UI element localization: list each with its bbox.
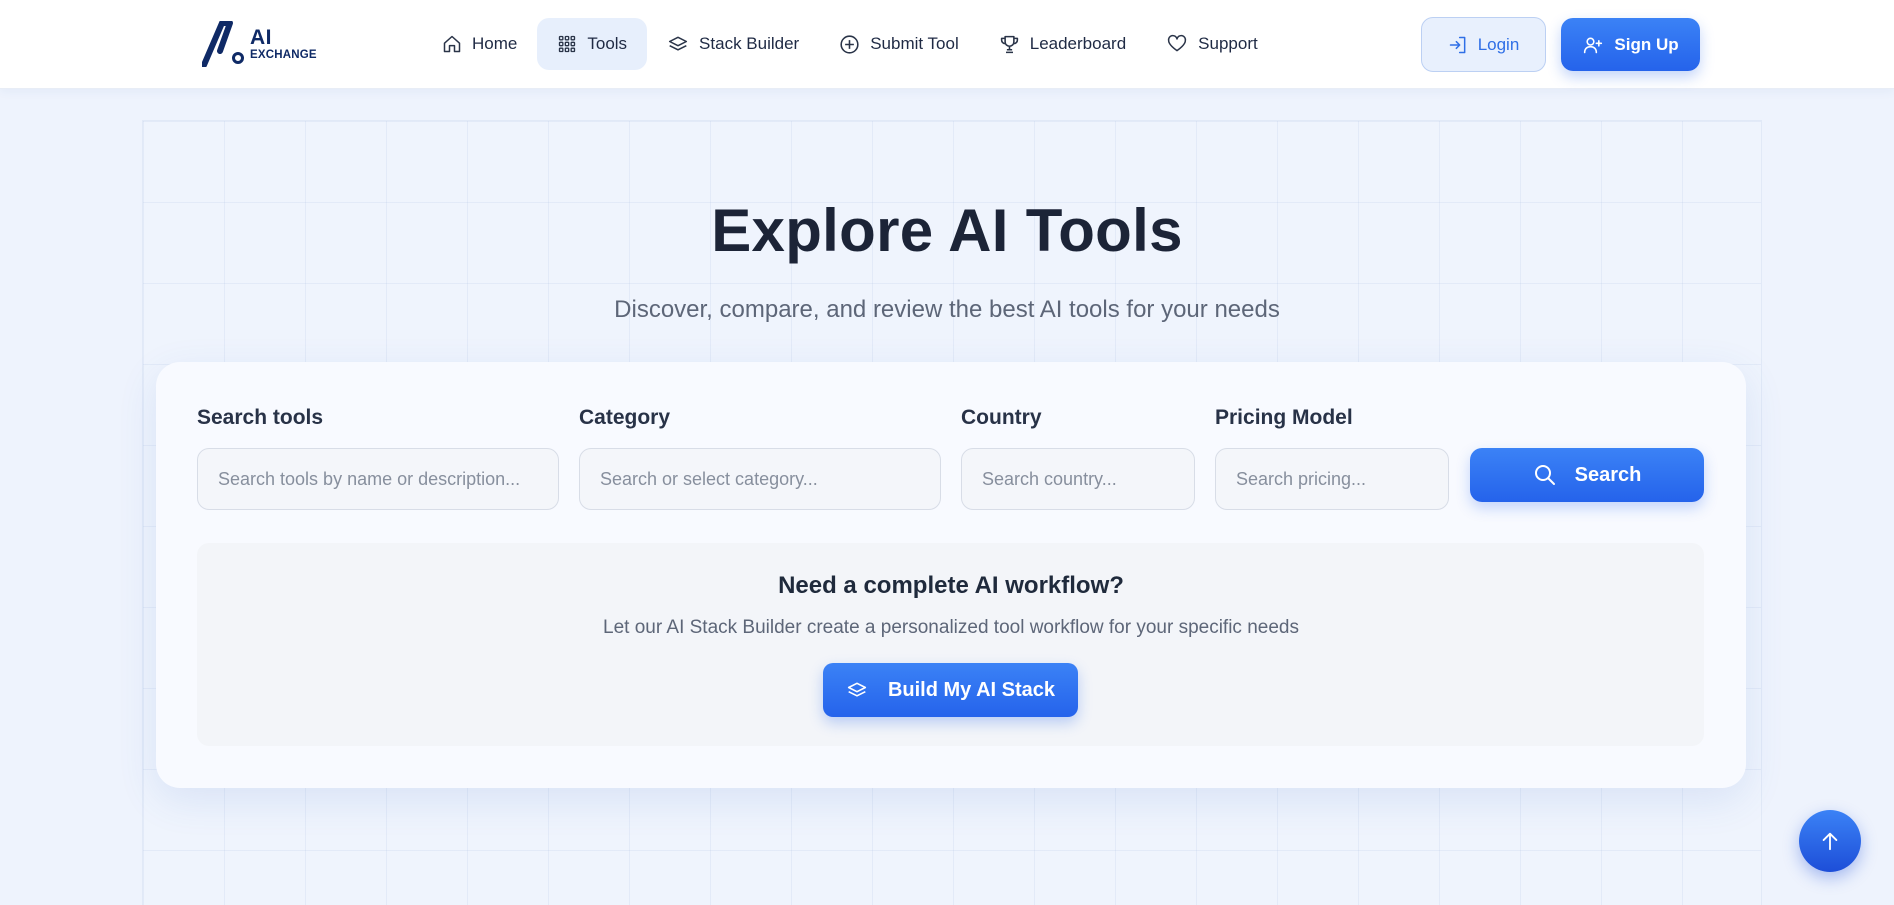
layers-icon: [847, 682, 867, 697]
layers-icon: [668, 36, 688, 51]
login-label: Login: [1477, 34, 1520, 54]
nav-item-stack-builder[interactable]: Stack Builder: [647, 18, 819, 70]
nav-label-home: Home: [472, 34, 518, 53]
category-input[interactable]: [579, 448, 941, 510]
nav-label-stack-builder: Stack Builder: [699, 34, 800, 53]
workflow-title: Need a complete AI workflow?: [778, 572, 1124, 599]
build-stack-label: Build My AI Stack: [887, 678, 1056, 701]
top-navbar: AI EXCHANGE Home Tools Stack Builder Sub…: [0, 0, 1894, 89]
category-label: Category: [579, 406, 671, 429]
home-icon: [443, 35, 461, 53]
country-input[interactable]: [961, 448, 1195, 510]
plus-circle-icon: [840, 34, 859, 54]
nav-item-leaderboard[interactable]: Leaderboard: [979, 18, 1146, 70]
logo-mark-icon: [202, 21, 244, 67]
build-stack-button[interactable]: Build My AI Stack: [823, 663, 1078, 717]
arrow-up-icon: [1822, 832, 1838, 851]
heart-icon: [1168, 34, 1187, 52]
nav-label-support: Support: [1198, 34, 1258, 53]
pricing-model-label: Pricing Model: [1215, 406, 1353, 429]
page-title: Explore AI Tools: [711, 197, 1183, 264]
nav-item-support[interactable]: Support: [1146, 18, 1278, 70]
search-button-label: Search: [1574, 463, 1642, 486]
workflow-subtitle: Let our AI Stack Builder create a person…: [603, 617, 1299, 638]
brand-name: AI: [250, 25, 272, 49]
nav-label-submit-tool: Submit Tool: [870, 34, 959, 53]
signup-label: Sign Up: [1614, 34, 1679, 54]
nav-item-home[interactable]: Home: [422, 18, 537, 70]
search-tools-input[interactable]: [197, 448, 559, 510]
login-icon: [1449, 36, 1466, 53]
search-tools-label: Search tools: [197, 406, 324, 429]
nav-item-submit-tool[interactable]: Submit Tool: [819, 18, 979, 70]
search-button[interactable]: Search: [1470, 448, 1704, 502]
scroll-to-top-button[interactable]: [1799, 810, 1861, 872]
brand-logo[interactable]: AI EXCHANGE: [202, 20, 317, 68]
signup-button[interactable]: Sign Up: [1561, 18, 1700, 71]
pricing-input[interactable]: [1215, 448, 1449, 510]
grid-icon: [559, 35, 576, 53]
nav-item-tools[interactable]: Tools: [537, 18, 648, 70]
nav-label-leaderboard: Leaderboard: [1029, 34, 1127, 53]
trophy-icon: [1000, 35, 1018, 53]
country-label: Country: [961, 406, 1042, 429]
login-button[interactable]: Login: [1421, 17, 1546, 72]
user-plus-icon: [1584, 37, 1603, 53]
page-subtitle: Discover, compare, and review the best A…: [614, 296, 1280, 323]
nav-label-tools: Tools: [587, 34, 628, 53]
main-nav: Home Tools Stack Builder Submit Tool Lea…: [422, 18, 1278, 70]
brand-subtitle: EXCHANGE: [250, 48, 317, 61]
search-icon: [1534, 465, 1555, 485]
